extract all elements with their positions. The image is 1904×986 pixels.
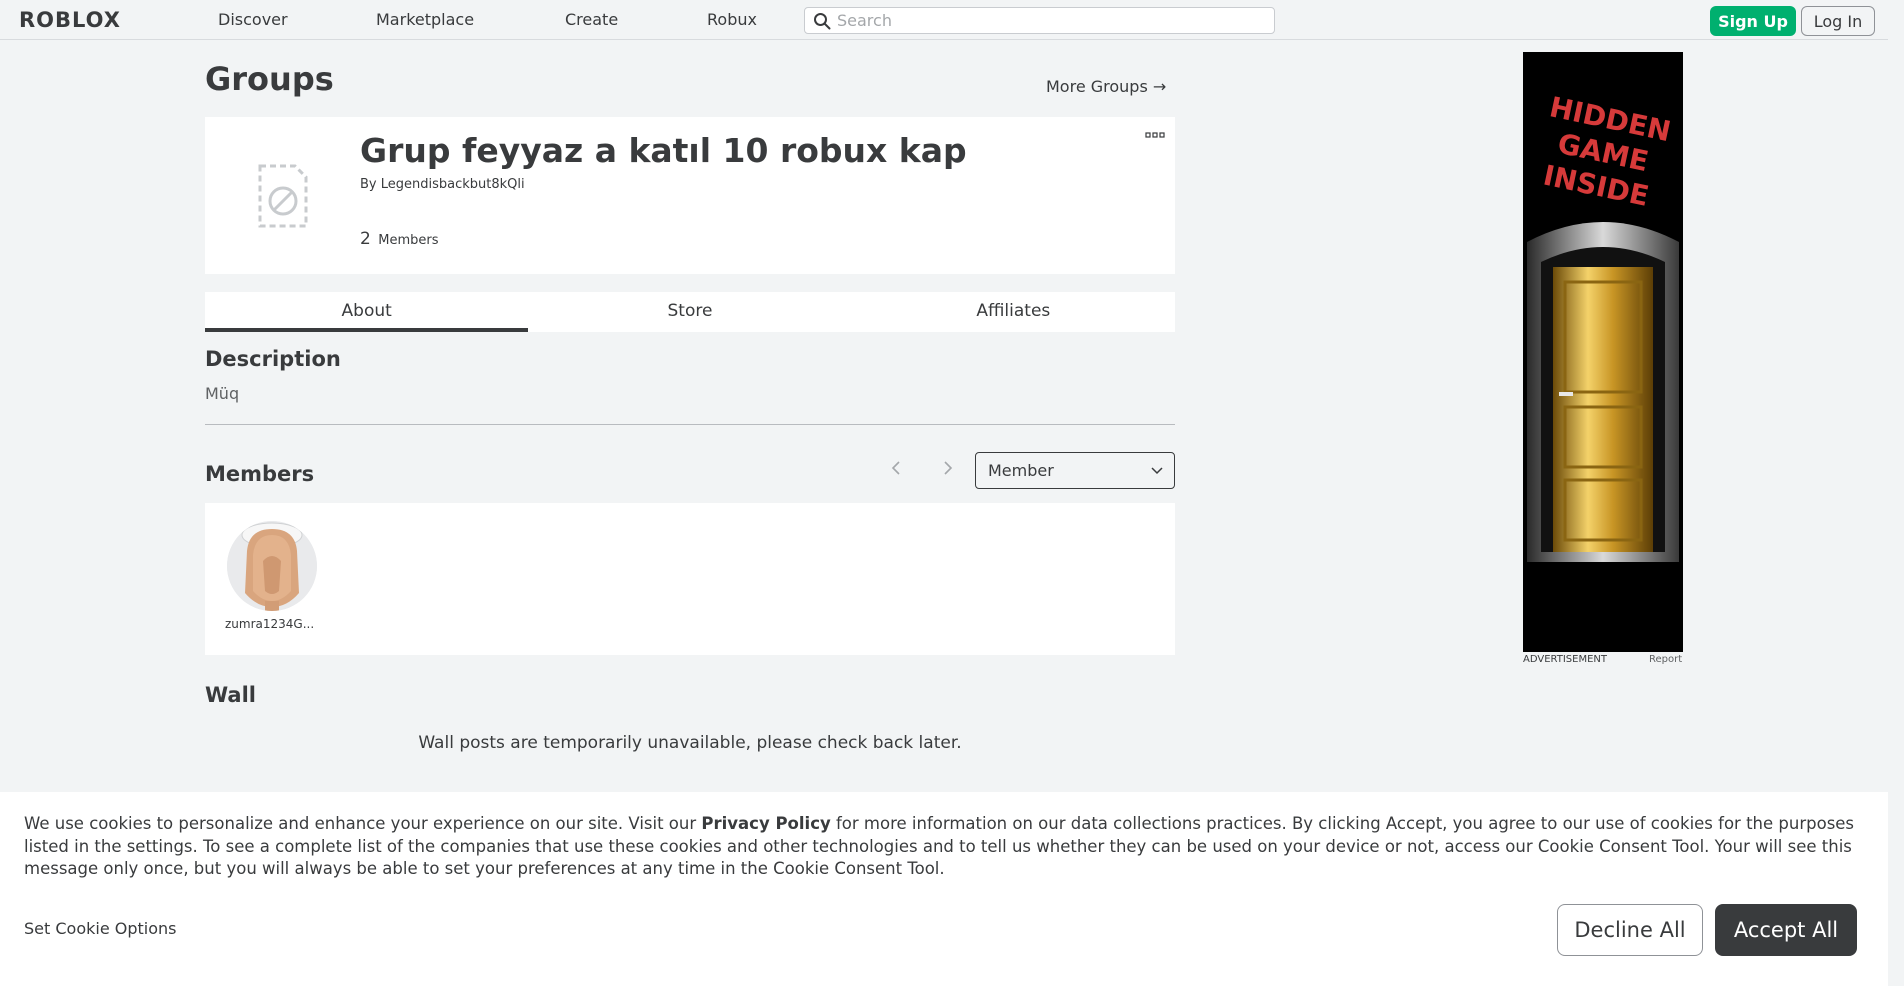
member-name: zumra1234G... (225, 617, 315, 631)
page-title: Groups (205, 60, 334, 98)
member-count-label: Members (378, 233, 439, 248)
members-heading: Members (205, 462, 315, 486)
wall-unavailable-message: Wall posts are temporarily unavailable, … (418, 733, 962, 753)
chevron-right-icon[interactable] (938, 458, 958, 478)
cookie-text-before: We use cookies to personalize and enhanc… (24, 814, 702, 833)
group-owner-line: By Legendisbackbut8kQli (360, 177, 525, 192)
scrollbar[interactable] (1888, 0, 1904, 986)
search-input[interactable] (837, 8, 1267, 33)
nav-link-discover[interactable]: Discover (218, 0, 288, 40)
decline-all-button[interactable]: Decline All (1557, 904, 1703, 956)
cookie-consent-banner: We use cookies to personalize and enhanc… (0, 792, 1888, 986)
more-options-icon[interactable] (1145, 129, 1165, 141)
cookie-message: We use cookies to personalize and enhanc… (24, 813, 1874, 881)
tab-affiliates[interactable]: Affiliates (852, 292, 1175, 332)
role-select-value: Member (988, 461, 1054, 480)
group-owner-link[interactable]: Legendisbackbut8kQli (381, 177, 525, 192)
group-name: Grup feyyaz a katıl 10 robux kap (360, 131, 967, 170)
nav-link-create[interactable]: Create (565, 0, 618, 40)
role-select-dropdown[interactable]: Member (975, 452, 1175, 489)
top-navigation-bar: ROBLOX Discover Marketplace Create Robux… (0, 0, 1888, 40)
roblox-logo[interactable]: ROBLOX (19, 8, 121, 32)
wall-heading: Wall (205, 683, 256, 707)
advertisement-banner[interactable]: HIDDEN GAME INSIDE (1523, 52, 1683, 652)
log-in-button[interactable]: Log In (1801, 6, 1875, 36)
group-emblem-placeholder-icon (258, 164, 308, 228)
privacy-policy-link[interactable]: Privacy Policy (701, 814, 830, 833)
search-box (804, 7, 1275, 34)
search-icon (814, 13, 831, 30)
sign-up-button[interactable]: Sign Up (1710, 6, 1796, 36)
logo-text: ROBLOX (19, 8, 121, 32)
accept-all-button[interactable]: Accept All (1715, 904, 1857, 956)
member-count: 2 Members (360, 229, 438, 249)
members-list-panel: zumra1234G... (205, 503, 1175, 655)
more-groups-link[interactable]: More Groups → (1046, 77, 1166, 96)
description-text: Müq (205, 384, 240, 403)
member-count-value: 2 (360, 229, 371, 249)
group-header-card: Grup feyyaz a katıl 10 robux kap By Lege… (205, 117, 1175, 274)
tab-about[interactable]: About (205, 292, 529, 332)
avatar-image-icon (227, 521, 317, 611)
set-cookie-options-link[interactable]: Set Cookie Options (24, 919, 176, 938)
by-label: By (360, 177, 377, 192)
chevron-down-icon (1151, 467, 1163, 475)
report-ad-link[interactable]: Report (1649, 654, 1682, 665)
member-tile[interactable]: zumra1234G... (225, 521, 317, 641)
section-divider (205, 424, 1175, 425)
avatar (227, 521, 317, 611)
description-heading: Description (205, 347, 341, 371)
group-tabs: About Store Affiliates (205, 292, 1175, 332)
nav-link-robux[interactable]: Robux (707, 0, 757, 40)
nav-link-marketplace[interactable]: Marketplace (376, 0, 474, 40)
tab-store[interactable]: Store (528, 292, 851, 332)
advertisement-label: ADVERTISEMENT (1523, 654, 1608, 665)
chevron-left-icon[interactable] (886, 458, 906, 478)
